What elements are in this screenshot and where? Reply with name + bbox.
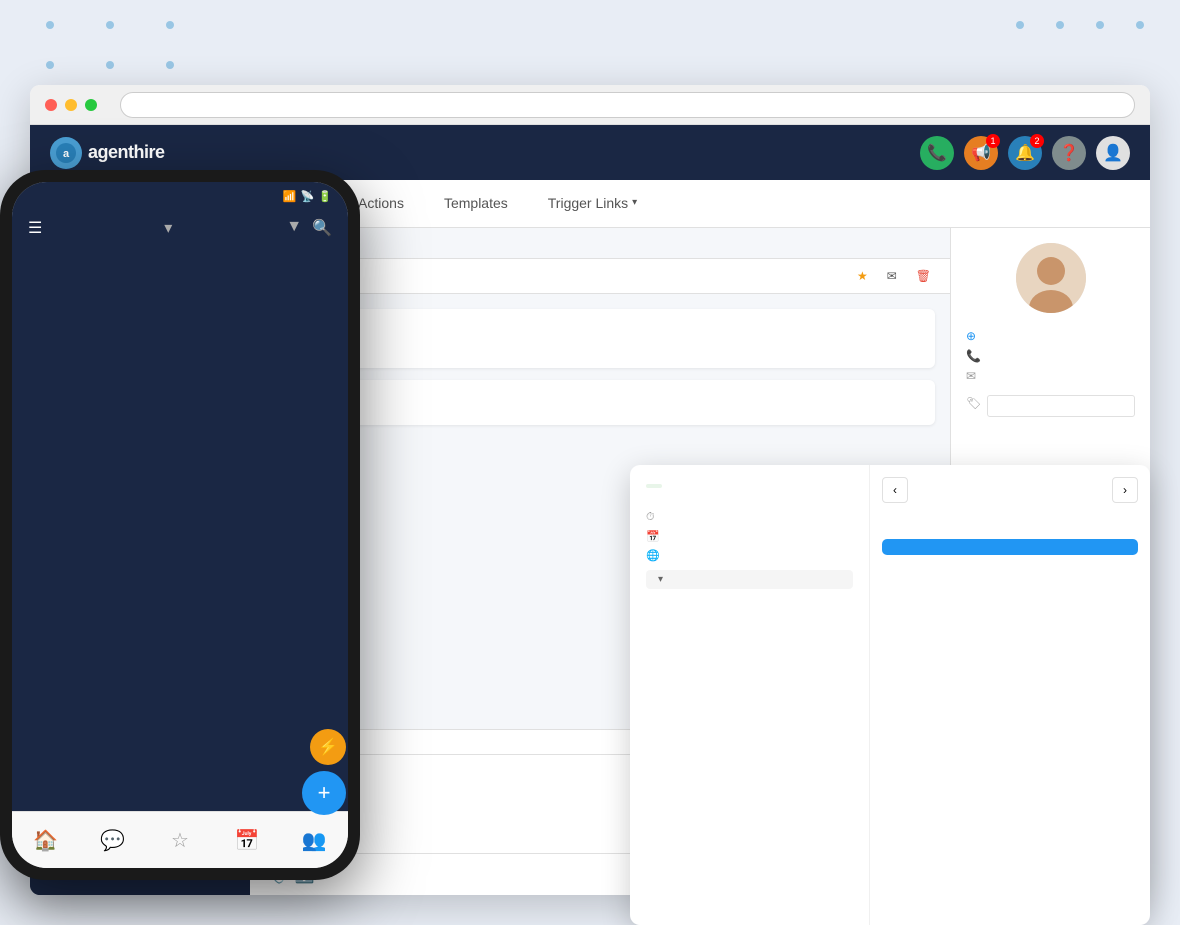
conv-header-actions: ★ ✉ 🗑 <box>857 269 935 283</box>
phone-filter-tabs <box>12 246 348 264</box>
cal-timezone-meta: 🌐 <box>646 549 853 562</box>
cal-month-header: ‹ › <box>882 477 1138 503</box>
cal-datetime-meta: 📅 <box>646 530 853 543</box>
nav-icons: 📞 📢 1 🔔 2 ❓ 👤 <box>920 136 1130 170</box>
phone-statusbar: 📶 📡 🔋 <box>12 182 348 210</box>
logo-text: agenthire <box>88 142 165 163</box>
phone-calendar-icon[interactable]: 📅 <box>227 820 267 860</box>
megaphone-badge: 1 <box>986 134 1000 148</box>
browser-urlbar[interactable] <box>120 92 1135 118</box>
assign-icon: ⊕ <box>966 329 976 343</box>
star-icon: ★ <box>857 269 868 283</box>
phone-fab-add[interactable]: + <box>302 771 346 815</box>
mark-unread-btn[interactable]: ✉ <box>887 269 901 283</box>
cal-next-btn[interactable]: › <box>1112 477 1138 503</box>
cal-prev-btn[interactable]: ‹ <box>882 477 908 503</box>
tab-trigger-links[interactable]: Trigger Links ▾ <box>528 180 657 227</box>
phone-screen: 📶 📡 🔋 ☰ ▾ ▼ 🔍 <box>12 182 348 868</box>
cal-left-panel: ⏱ 📅 🌐 ▾ <box>630 465 870 925</box>
contact-avatar <box>1016 243 1086 313</box>
phone-mockup: 📶 📡 🔋 ☰ ▾ ▼ 🔍 <box>0 170 380 890</box>
globe-icon: 🌐 <box>646 549 660 562</box>
bell-badge: 2 <box>1030 134 1044 148</box>
continue-button[interactable] <box>882 539 1138 555</box>
mail-icon: ✉ <box>887 269 897 283</box>
tab-templates[interactable]: Templates <box>424 180 528 227</box>
phone-people-icon[interactable]: 👥 <box>294 820 334 860</box>
browser-maximize-dot[interactable] <box>85 99 97 111</box>
phone-location-chevron: ▾ <box>164 218 172 238</box>
user-icon-btn[interactable]: 👤 <box>1096 136 1130 170</box>
signal-icon: 📶 <box>283 190 297 203</box>
trash-icon: 🗑 <box>916 269 931 283</box>
logo-area: a agenthire <box>50 137 165 169</box>
assign-to-btn[interactable]: ⊕ <box>966 329 1135 343</box>
phone-bottom-nav: 🏠 💬 ☆ 📅 👥 <box>12 811 348 868</box>
phone-icon-btn[interactable]: 📞 <box>920 136 954 170</box>
browser-minimize-dot[interactable] <box>65 99 77 111</box>
logo-icon: a <box>50 137 82 169</box>
phone-conv-list <box>12 264 348 811</box>
megaphone-icon-btn[interactable]: 📢 1 <box>964 136 998 170</box>
mark-starred-btn[interactable]: ★ <box>857 269 872 283</box>
wifi-icon: 📡 <box>301 190 315 203</box>
email-field: ✉ <box>966 369 1135 383</box>
trigger-links-chevron: ▾ <box>632 197 637 208</box>
phone-search-icon[interactable]: 🔍 <box>312 218 332 238</box>
phone-field-icon: 📞 <box>966 349 981 363</box>
phone-location: ▾ <box>156 218 172 238</box>
phone-field: 📞 <box>966 349 1135 363</box>
help-icon-btn[interactable]: ❓ <box>1052 136 1086 170</box>
browser-close-dot[interactable] <box>45 99 57 111</box>
email-field-icon: ✉ <box>966 369 976 383</box>
tag-icon: 🏷 <box>966 396 981 410</box>
timezone-chevron: ▾ <box>658 574 663 585</box>
phone-filter-icon[interactable]: ▼ <box>286 218 302 238</box>
phone-menu-icon[interactable]: ☰ <box>28 218 42 238</box>
duration-icon: ⏱ <box>646 511 655 524</box>
phone-home-icon[interactable]: 🏠 <box>26 820 66 860</box>
phone-signal-icons: 📶 📡 🔋 <box>283 190 332 203</box>
delete-btn[interactable]: 🗑 <box>916 269 935 283</box>
phone-star-icon[interactable]: ☆ <box>160 820 200 860</box>
cal-timezone-selector[interactable]: ▾ <box>646 570 853 589</box>
phone-outer: 📶 📡 🔋 ☰ ▾ ▼ 🔍 <box>0 170 360 880</box>
tags-input[interactable] <box>987 395 1135 417</box>
bell-icon-btn[interactable]: 🔔 2 <box>1008 136 1042 170</box>
browser-chrome <box>30 85 1150 125</box>
calendar-popup: ⏱ 📅 🌐 ▾ ‹ › <box>630 465 1150 925</box>
cal-badge <box>646 484 662 488</box>
battery-icon: 🔋 <box>318 190 332 203</box>
cal-right-panel: ‹ › <box>870 465 1150 925</box>
calendar-icon: 📅 <box>646 530 660 543</box>
phone-nav: ☰ ▾ ▼ 🔍 <box>12 210 348 246</box>
tags-field: 🏷 <box>966 389 1135 417</box>
cal-duration-meta: ⏱ <box>646 511 853 524</box>
phone-zap-btn[interactable]: ⚡ <box>310 729 346 765</box>
phone-top-icons: ▼ 🔍 <box>286 218 332 238</box>
svg-text:a: a <box>63 148 70 160</box>
phone-chat-icon[interactable]: 💬 <box>93 820 133 860</box>
